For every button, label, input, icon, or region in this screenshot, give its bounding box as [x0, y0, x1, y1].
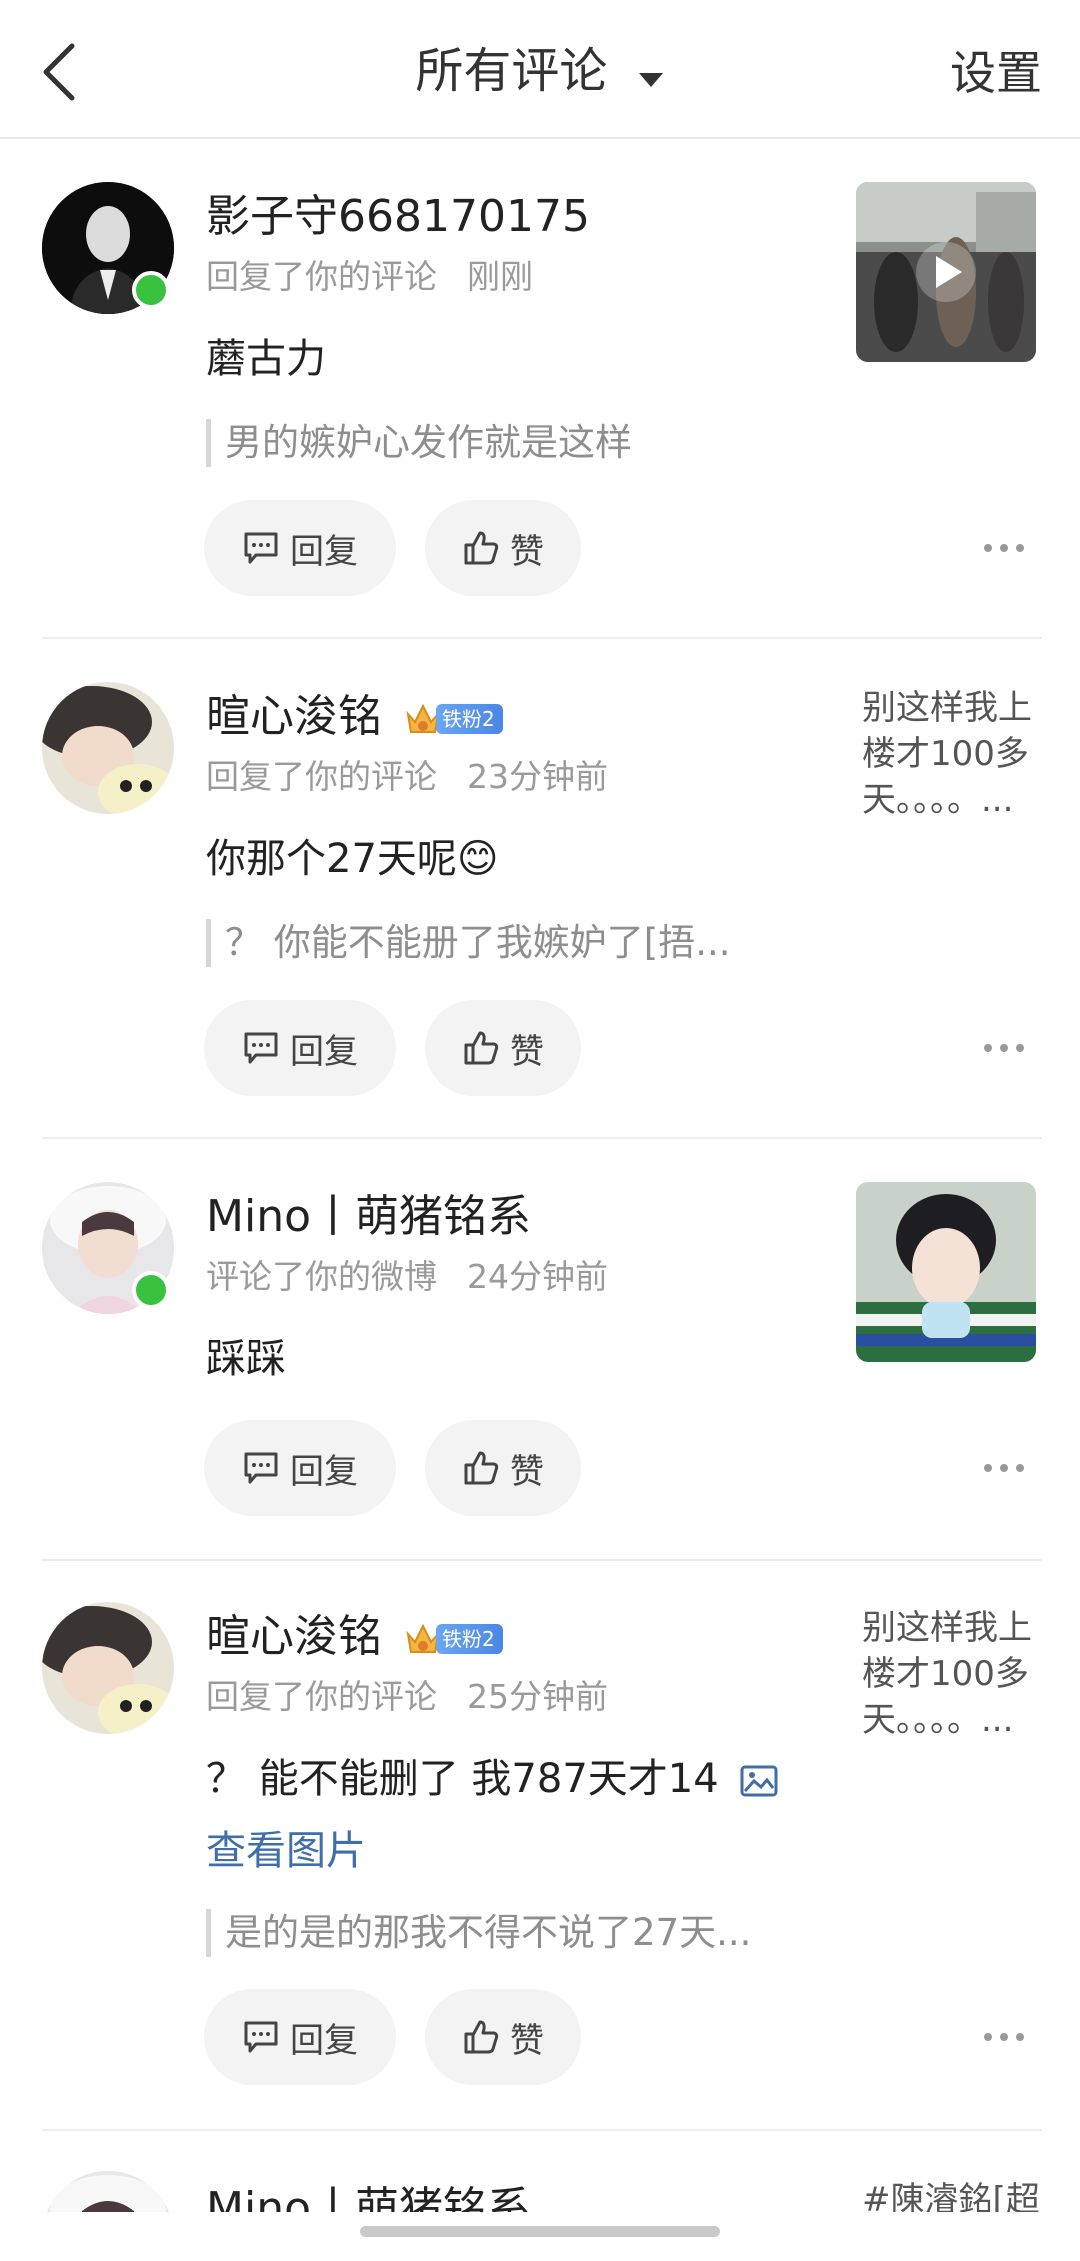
avatar[interactable]: [42, 2171, 174, 2212]
fan-badge[interactable]: 铁粉2: [406, 1619, 503, 1659]
meta: 回复了你的评论 刚刚: [206, 255, 533, 299]
comment-icon: [244, 1032, 278, 1064]
username[interactable]: Mino丨萌猪铭系: [206, 2181, 531, 2212]
username[interactable]: Mino丨萌猪铭系: [206, 1189, 531, 1245]
quoted-comment[interactable]: 男的嫉妒心发作就是这样: [206, 419, 632, 467]
list-item[interactable]: 影子守668170175 回复了你的评论 刚刚 蘑古力 男的嫉妒心发作就是这样 回…: [0, 139, 1080, 639]
top-bar: 所有评论 设置: [0, 0, 1080, 139]
timestamp: 25分钟前: [467, 1677, 608, 1716]
action-text: 评论了你的微博: [206, 1257, 437, 1296]
action-text: 回复了你的评论: [206, 757, 437, 796]
thumbs-up-icon: [464, 1031, 499, 1065]
reply-button[interactable]: 回复: [204, 1989, 396, 2085]
list-item[interactable]: 暄心浚铭 铁粉2 回复了你的评论 23分钟前 你那个27天呢😊 ？ 你能不能册了我…: [0, 639, 1080, 1139]
reply-button[interactable]: 回复: [204, 500, 396, 596]
comment-icon: [244, 2021, 278, 2053]
thumbs-up-icon: [464, 1451, 499, 1485]
timestamp: 23分钟前: [467, 757, 608, 796]
more-icon[interactable]: [984, 1464, 1024, 1476]
weibo-image-thumbnail[interactable]: [856, 1182, 1036, 1362]
online-status-dot: [132, 271, 170, 309]
original-comment-preview[interactable]: #陳濬銘[超: [862, 2177, 1048, 2212]
more-icon[interactable]: [984, 1044, 1024, 1056]
thumbs-up-icon: [464, 2020, 499, 2054]
like-button[interactable]: 赞: [425, 500, 581, 596]
more-icon[interactable]: [984, 2033, 1024, 2045]
reply-button[interactable]: 回复: [204, 1000, 396, 1096]
list-item[interactable]: 暄心浚铭 铁粉2 回复了你的评论 25分钟前 ？ 能不能删了 我787天才14 查…: [0, 1559, 1080, 2131]
comment-text: 踩踩: [206, 1336, 286, 1382]
comment-text: 你那个27天呢😊: [206, 836, 499, 882]
caret-down-icon: [637, 41, 665, 107]
quoted-comment[interactable]: 是的是的那我不得不说了27天...: [206, 1909, 751, 1957]
page-title: 所有评论: [415, 43, 608, 99]
crown-icon: [406, 1623, 440, 1653]
meta: 回复了你的评论 23分钟前: [206, 755, 608, 799]
home-indicator: [360, 2226, 720, 2237]
like-button[interactable]: 赞: [425, 1000, 581, 1096]
settings-button[interactable]: 设置: [950, 40, 1042, 106]
like-button[interactable]: 赞: [425, 1989, 581, 2085]
online-status-dot: [132, 1271, 170, 1309]
reply-button[interactable]: 回复: [204, 1420, 396, 1516]
username[interactable]: 影子守668170175: [206, 189, 590, 245]
comment-icon: [244, 1452, 278, 1484]
avatar[interactable]: [42, 682, 174, 814]
timestamp: 24分钟前: [467, 1257, 608, 1296]
quoted-comment[interactable]: ？ 你能不能册了我嫉妒了[捂...: [206, 919, 730, 967]
list-item[interactable]: Mino丨萌猪铭系 评论了你的微博 24分钟前 踩踩 回复 赞: [0, 1139, 1080, 1561]
list-item[interactable]: Mino丨萌猪铭系 #陳濬銘[超: [0, 2131, 1080, 2212]
comment-text: 蘑古力: [206, 336, 326, 382]
action-text: 回复了你的评论: [206, 1677, 437, 1716]
image-icon: [740, 1765, 778, 1797]
original-comment-preview[interactable]: 别这样我上楼才100多天。。。。...: [862, 685, 1048, 823]
like-button[interactable]: 赞: [425, 1420, 581, 1516]
action-text: 回复了你的评论: [206, 257, 437, 296]
crown-icon: [406, 703, 440, 733]
timestamp: 刚刚: [467, 257, 533, 296]
username[interactable]: 暄心浚铭 铁粉2: [206, 689, 503, 745]
comment-filter-dropdown[interactable]: 所有评论: [0, 38, 1080, 107]
avatar[interactable]: [42, 1602, 174, 1734]
thumbs-up-icon: [464, 531, 499, 565]
more-icon[interactable]: [984, 544, 1024, 556]
weibo-video-thumbnail[interactable]: [856, 182, 1036, 362]
comment-text: ？ 能不能删了 我787天才14: [206, 1751, 779, 1807]
meta: 评论了你的微博 24分钟前: [206, 1255, 608, 1299]
view-image-link[interactable]: 查看图片: [206, 1823, 366, 1879]
meta: 回复了你的评论 25分钟前: [206, 1675, 608, 1719]
username[interactable]: 暄心浚铭 铁粉2: [206, 1609, 503, 1665]
comment-icon: [244, 532, 278, 564]
original-comment-preview[interactable]: 别这样我上楼才100多天。。。。...: [862, 1605, 1048, 1743]
fan-badge[interactable]: 铁粉2: [406, 699, 503, 739]
